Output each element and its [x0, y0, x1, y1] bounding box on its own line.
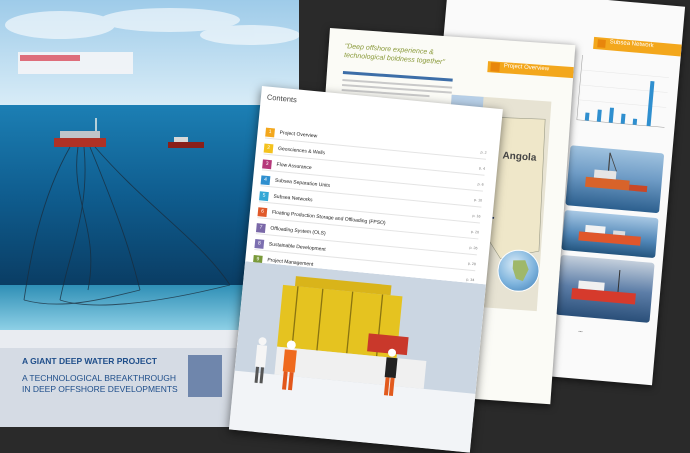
toc-number-badge: 4 [260, 175, 271, 186]
toc-label: Subsea Networks [273, 193, 313, 204]
section-label: Project Overview [503, 63, 550, 73]
toc-number-badge: 5 [259, 191, 269, 202]
cover-title: A GIANT DEEP WATER PROJECT [22, 356, 157, 366]
cover-subtitle-line1: A TECHNOLOGICAL BREAKTHROUGH [22, 373, 176, 383]
toc-page-number: p. 16 [472, 213, 481, 219]
toc-label: Sustainable Development [268, 241, 326, 253]
chart-bar [584, 112, 590, 121]
section-header: Project Overview [487, 61, 574, 79]
page-quote: "Deep offshore experience & technologica… [343, 43, 446, 67]
map-label-angola: Angola [502, 150, 537, 164]
section-number-box [597, 39, 606, 48]
photo-installation-vessel [555, 254, 655, 323]
section-label: Subsea Network [609, 39, 654, 50]
chart-bar [608, 107, 615, 123]
toc-page-number: p. 26 [469, 245, 478, 251]
photo-drilling-platform [565, 145, 665, 214]
contents-heading: Contents [266, 92, 298, 105]
section-number-box [490, 62, 500, 72]
toc-label: Offloading System (OLS) [270, 225, 326, 237]
toc-page-number: p. 28 [467, 261, 477, 267]
chart-bar [632, 118, 638, 125]
toc-number-badge: 6 [257, 207, 268, 218]
toc-page-number: p. 4 [478, 166, 486, 171]
toc-label: Flow Assurance [276, 161, 312, 172]
toc-label: Subsea Separation Units [274, 177, 331, 189]
chart-bar [620, 113, 626, 124]
photo-snow-workers [228, 261, 487, 453]
toc-page-number: p. 10 [473, 197, 483, 203]
toc-label: Geosciences & Wells [277, 145, 326, 157]
cover-subtitle-line2: IN DEEP OFFSHORE DEVELOPMENTS [22, 384, 178, 394]
bar-chart [576, 54, 669, 128]
toc-number-badge: 1 [265, 127, 275, 138]
toc-page-number: p. 2 [480, 150, 487, 155]
toc-number-badge: 3 [262, 159, 272, 170]
globe-icon [496, 248, 541, 294]
chart-bar [596, 109, 602, 122]
photo-supply-vessel [561, 210, 659, 259]
toc-page-number: p. 6 [477, 182, 484, 187]
toc-page-number: p. 20 [470, 229, 480, 235]
page-footer: ••• [578, 328, 583, 335]
contents-page: Contents 1 Project Overview p. 2 2 Geoscienc… [228, 86, 503, 453]
toc-number-badge: 8 [254, 239, 265, 249]
chart-bar [646, 81, 655, 127]
toc-label: Project Overview [279, 129, 318, 140]
toc-number-badge: 7 [255, 223, 266, 233]
toc-number-badge: 2 [263, 143, 274, 154]
toc-page-number: p. 34 [466, 277, 475, 283]
